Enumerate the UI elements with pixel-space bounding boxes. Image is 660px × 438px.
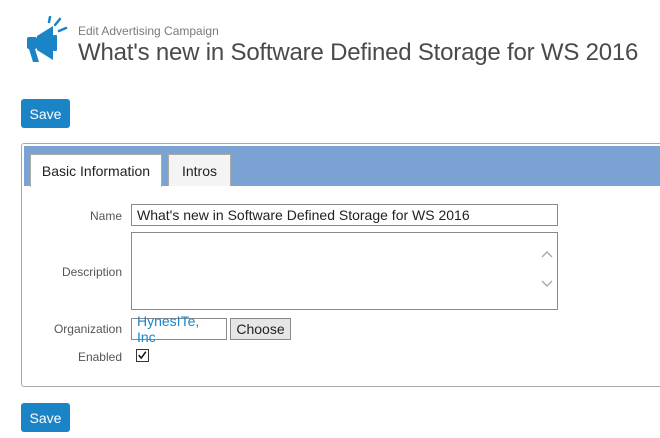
- checkmark-icon: [138, 351, 147, 360]
- organization-label: Organization: [53, 322, 122, 336]
- organization-field[interactable]: HynesITe, Inc: [131, 313, 227, 345]
- enabled-checkbox[interactable]: [136, 349, 149, 362]
- choose-button[interactable]: Choose: [230, 318, 291, 340]
- save-button-top[interactable]: Save: [21, 99, 70, 128]
- scroll-up-icon[interactable]: [541, 249, 553, 259]
- enabled-label: Enabled: [77, 350, 122, 364]
- page-title: What's new in Software Defined Storage f…: [78, 39, 639, 66]
- name-input[interactable]: [131, 204, 558, 226]
- campaign-form-panel: Basic Information Intros Name Descriptio…: [21, 143, 660, 387]
- name-label: Name: [89, 209, 122, 223]
- save-button-bottom[interactable]: Save: [21, 403, 70, 432]
- description-label: Description: [61, 265, 122, 279]
- tab-intros[interactable]: Intros: [168, 154, 231, 186]
- tab-bar: Basic Information Intros: [24, 146, 660, 187]
- megaphone-icon: [27, 16, 68, 62]
- scroll-down-icon[interactable]: [541, 279, 553, 289]
- tab-basic-information[interactable]: Basic Information: [30, 154, 162, 187]
- page-subtitle: Edit Advertising Campaign: [78, 24, 219, 38]
- description-textarea[interactable]: [131, 232, 558, 310]
